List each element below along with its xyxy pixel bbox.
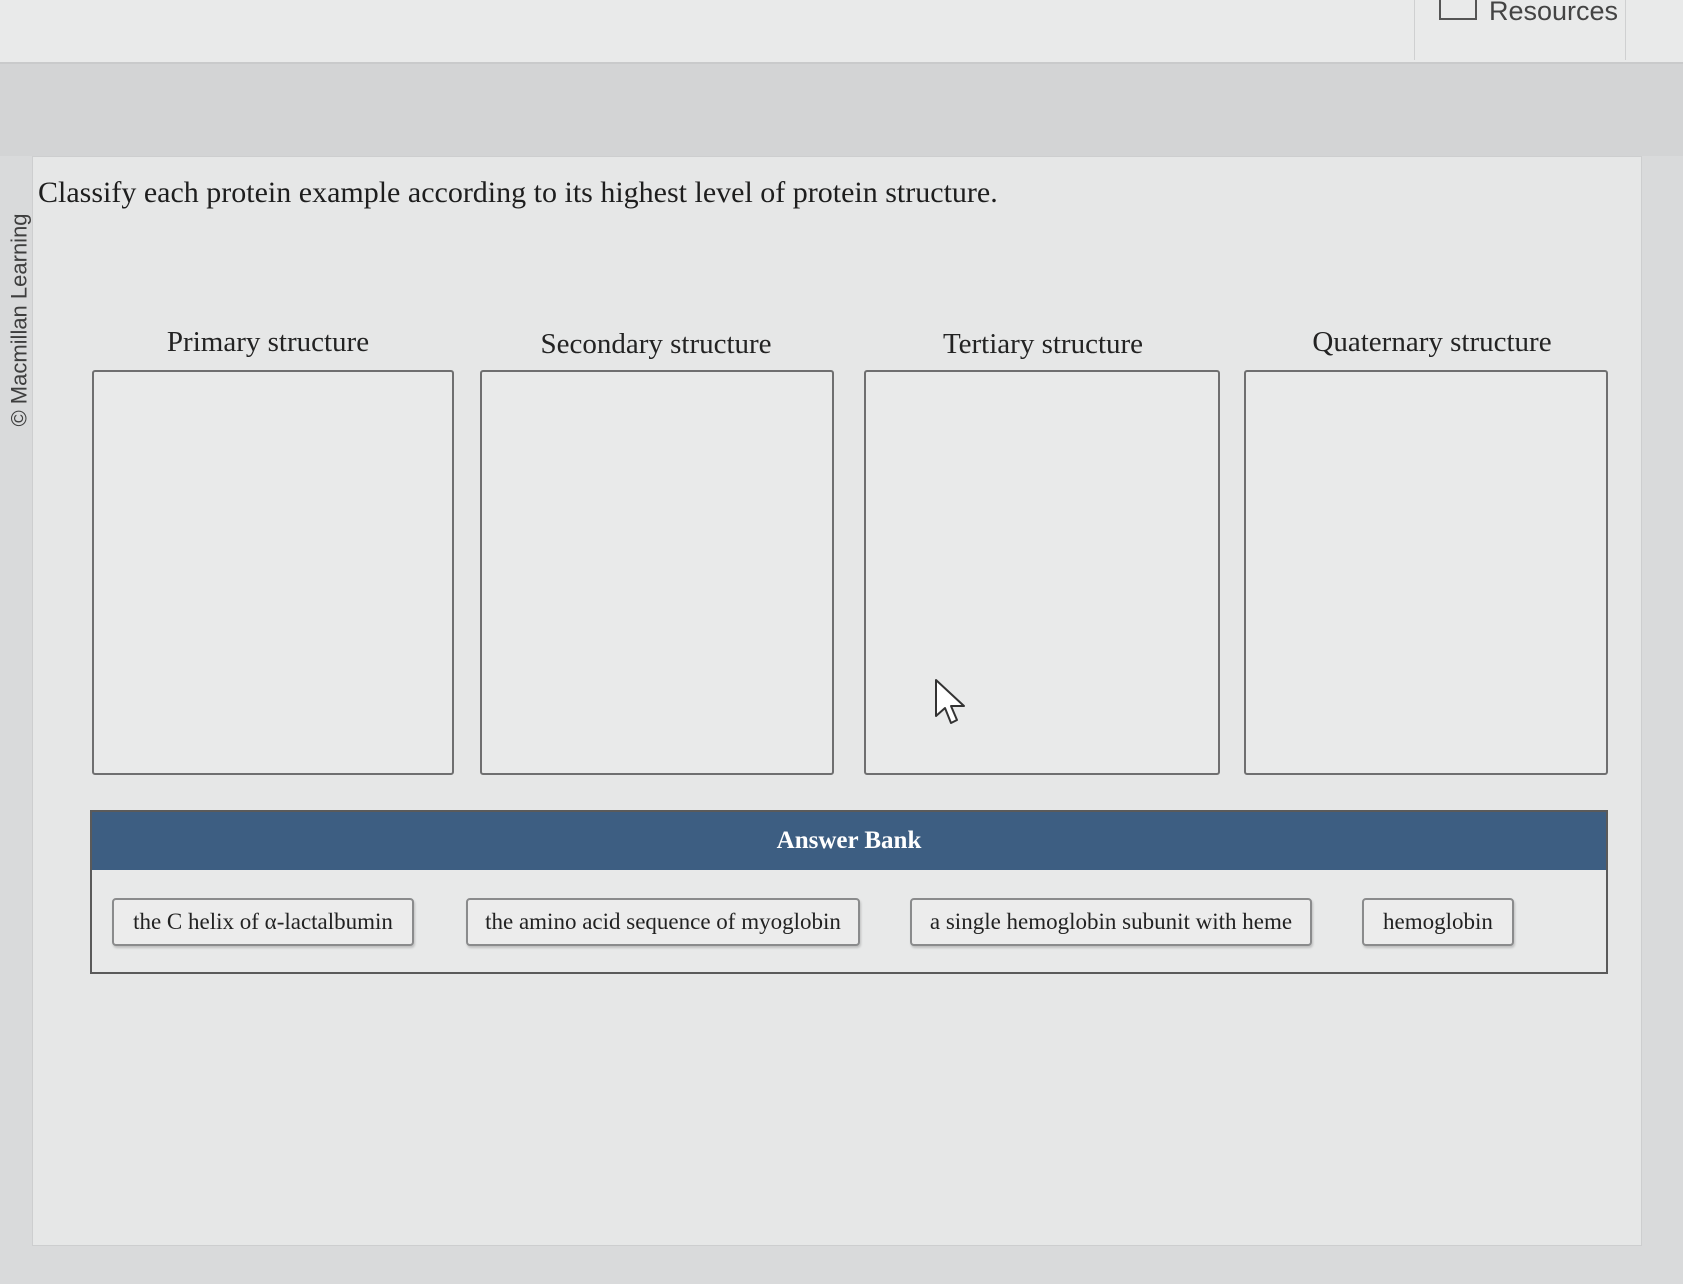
resources-button[interactable]: Resources [1414, 0, 1626, 60]
dropzone-quaternary[interactable] [1244, 370, 1608, 775]
answer-bank-header: Answer Bank [92, 812, 1606, 870]
resources-label: Resources [1489, 0, 1619, 26]
top-bar: Resources [0, 0, 1683, 64]
answer-chip[interactable]: hemoglobin [1362, 898, 1514, 946]
watermark-text: © Macmillan Learning [7, 213, 32, 427]
dropzone-primary[interactable] [92, 370, 454, 775]
category-label-primary: Primary structure [166, 326, 370, 358]
book-icon [1439, 0, 1477, 20]
copyright-watermark: © Macmillan Learning [4, 190, 36, 450]
category-label-quaternary: Quaternary structure [1312, 326, 1552, 358]
dropzone-tertiary[interactable] [864, 370, 1220, 775]
dropzone-secondary[interactable] [480, 370, 834, 775]
answer-bank: Answer Bank the C helix of α-lactalbumin… [90, 810, 1608, 974]
question-instruction: Classify each protein example according … [38, 176, 998, 209]
header-band [0, 64, 1683, 156]
answer-bank-title: Answer Bank [776, 827, 922, 854]
answer-chip[interactable]: the C helix of α-lactalbumin [112, 898, 414, 946]
answer-chip[interactable]: a single hemoglobin subunit with heme [910, 898, 1312, 946]
category-label-tertiary: Tertiary structure [942, 328, 1144, 360]
answer-chip[interactable]: the amino acid sequence of myoglobin [466, 898, 860, 946]
category-label-secondary: Secondary structure [540, 328, 772, 360]
mouse-cursor-icon [935, 679, 965, 724]
